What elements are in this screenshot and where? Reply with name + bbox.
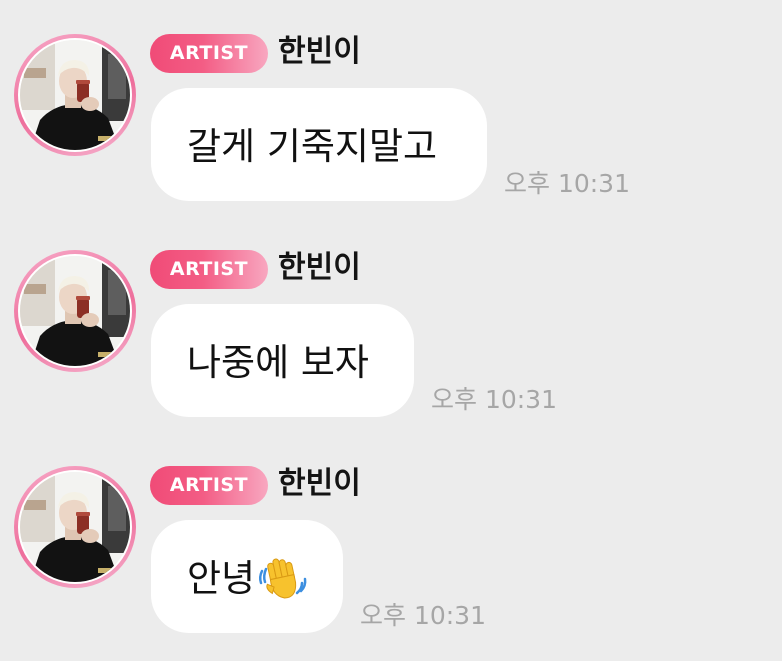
sender-name[interactable]: 한빈이	[278, 463, 361, 505]
message-text: 나중에 보자	[187, 340, 369, 384]
message-text: 안녕	[187, 556, 256, 600]
chat-message: ARTIST 한빈이 갈게 기죽지말고 오후 10:31	[0, 0, 782, 216]
message-timestamp: 오후 10:31	[360, 601, 486, 630]
waving-hand-icon	[257, 555, 309, 603]
artist-badge: ARTIST	[150, 250, 268, 289]
avatar-photo	[20, 256, 130, 366]
chat-message: ARTIST 한빈이 나중에 보자 오후 10:31	[0, 216, 782, 432]
avatar[interactable]	[14, 250, 136, 372]
avatar-photo	[20, 40, 130, 150]
artist-photo-icon	[20, 256, 130, 366]
artist-badge: ARTIST	[150, 466, 268, 505]
artist-badge: ARTIST	[150, 34, 268, 73]
artist-photo-icon	[20, 472, 130, 582]
message-timestamp: 오후 10:31	[431, 385, 557, 414]
avatar-photo	[20, 472, 130, 582]
message-timestamp: 오후 10:31	[504, 169, 630, 198]
message-text: 갈게 기죽지말고	[187, 124, 438, 168]
chat-message: ARTIST 한빈이 안녕 오후 10:31	[0, 432, 782, 648]
avatar[interactable]	[14, 34, 136, 156]
sender-name[interactable]: 한빈이	[278, 247, 361, 289]
sender-name[interactable]: 한빈이	[278, 31, 361, 73]
message-bubble[interactable]: 안녕	[151, 520, 343, 633]
message-bubble[interactable]: 갈게 기죽지말고	[151, 88, 487, 201]
artist-photo-icon	[20, 40, 130, 150]
avatar[interactable]	[14, 466, 136, 588]
message-bubble[interactable]: 나중에 보자	[151, 304, 414, 417]
